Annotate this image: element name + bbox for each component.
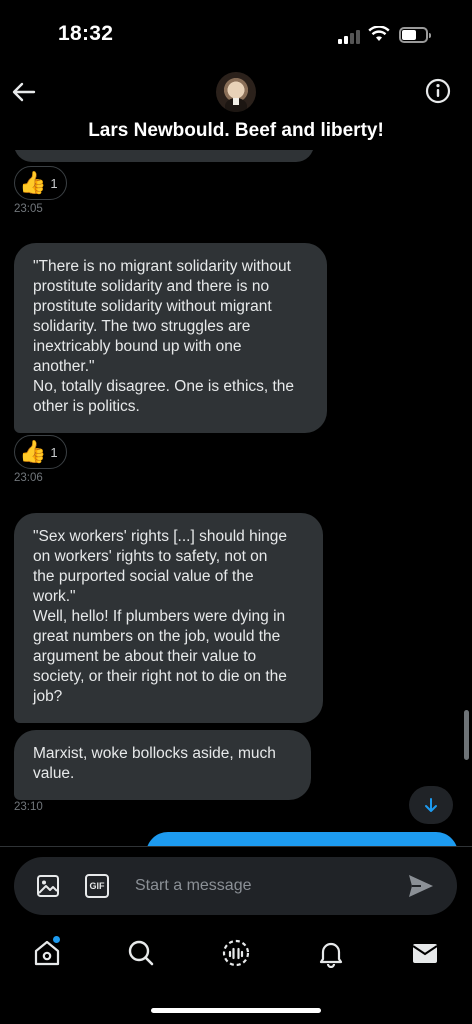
nav-messages[interactable] [410, 938, 440, 968]
gif-button[interactable]: GIF [85, 874, 109, 898]
message-timestamp: 23:05 [14, 203, 43, 215]
notification-dot [53, 936, 60, 943]
conversation-header: Lars Newbould. Beef and liberty! [0, 64, 472, 150]
back-arrow-icon[interactable] [10, 78, 38, 106]
info-icon[interactable] [425, 78, 451, 104]
search-icon [128, 940, 154, 966]
message-text: Marxist, woke bollocks aside, much value… [33, 745, 276, 782]
composer-area: GIF [0, 846, 472, 926]
wifi-icon [368, 26, 390, 41]
reaction-badge[interactable]: 👍 1 [14, 435, 67, 469]
bottom-navigation [0, 926, 472, 986]
scroll-to-bottom-button[interactable] [409, 786, 453, 824]
nav-notifications[interactable] [316, 938, 346, 969]
send-icon[interactable] [407, 873, 435, 899]
message-input[interactable] [135, 871, 395, 901]
arrow-down-icon [425, 798, 437, 812]
message-list[interactable]: 👍 1 23:05 "There is no migrant solidarit… [0, 150, 472, 846]
spaces-icon [222, 939, 250, 967]
reaction-badge[interactable]: 👍 1 [14, 166, 67, 200]
mail-icon [412, 944, 438, 963]
scrollbar[interactable] [464, 710, 469, 760]
message-bubble[interactable]: Marxist, woke bollocks aside, much value… [14, 730, 311, 800]
thumbs-up-icon: 👍 [19, 170, 47, 195]
sent-message-bubble[interactable] [146, 832, 458, 846]
nav-home[interactable] [32, 936, 62, 968]
signal-icon [338, 28, 362, 44]
message-text: "Sex workers' rights [...] should hinge … [33, 528, 287, 705]
status-time: 18:32 [58, 22, 114, 45]
nav-search[interactable] [126, 938, 156, 968]
message-bubble-previous[interactable] [14, 150, 314, 162]
message-text: "There is no migrant solidarity without … [33, 258, 295, 415]
thumbs-up-icon: 👍 [19, 439, 47, 464]
reaction-count: 1 [50, 175, 58, 191]
home-indicator[interactable] [151, 1008, 321, 1013]
avatar[interactable] [216, 72, 256, 112]
message-bubble[interactable]: "Sex workers' rights [...] should hinge … [14, 513, 323, 723]
reaction-count: 1 [50, 444, 58, 460]
message-composer: GIF [14, 857, 457, 915]
message-bubble[interactable]: "There is no migrant solidarity without … [14, 243, 327, 433]
message-timestamp: 23:06 [14, 472, 43, 484]
message-timestamp: 23:10 [14, 801, 43, 813]
conversation-title[interactable]: Lars Newbould. Beef and liberty! [0, 120, 472, 142]
image-icon[interactable] [36, 874, 60, 898]
bell-icon [319, 942, 343, 969]
battery-icon [399, 27, 431, 43]
nav-spaces[interactable] [221, 938, 251, 968]
status-bar: 18:32 [0, 0, 472, 64]
